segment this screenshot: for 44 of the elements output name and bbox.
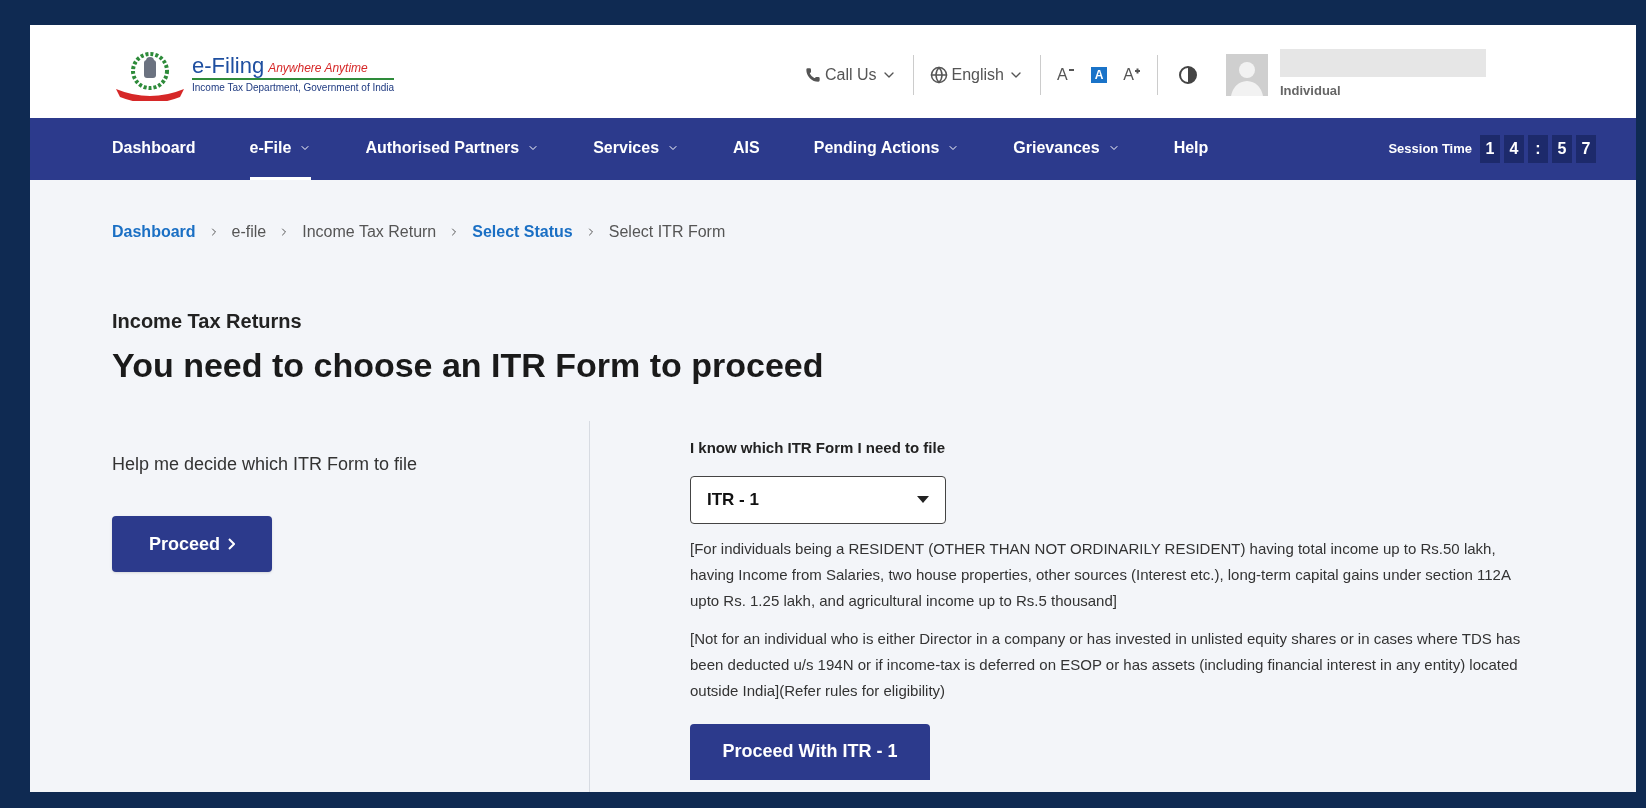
breadcrumb-link[interactable]: Select Status (472, 220, 573, 244)
page-title: You need to choose an ITR Form to proceed (112, 345, 825, 386)
eligibility-text: [For individuals being a RESIDENT (OTHER THAN NOT ORDINARILY RESIDENT) having total income up to Rs.50 lakh, having Income from Salaries, two house properties, other sources (Interest etc.), long-term capital gains under section 112A upto Rs. 1.25 lakh, and agricultural income up to Rs.5 thousand] (690, 538, 1512, 611)
nav-item[interactable]: Dashboard (112, 118, 196, 180)
avatar-icon (1226, 54, 1268, 96)
call-us-button[interactable]: Call Us (788, 63, 913, 87)
user-role: Individual (1280, 82, 1342, 101)
nav-item[interactable]: Services (593, 118, 680, 180)
plus-sign-icon (1134, 67, 1141, 75)
nav-item[interactable]: Grievances (1013, 118, 1120, 180)
language-button[interactable]: English (913, 63, 1040, 87)
text-size-button[interactable]: A (1123, 63, 1141, 87)
session-time-digit: : (1528, 135, 1548, 163)
session-time-label: Session Time (1388, 140, 1472, 159)
globe-icon (929, 66, 948, 84)
session-time-digit: 5 (1552, 135, 1572, 163)
nav-item[interactable]: Authorised Partners (365, 118, 540, 180)
breadcrumb-item: e-file (231, 222, 267, 242)
text-size-button[interactable]: A (1057, 63, 1075, 87)
proceed-with-form-button[interactable]: Proceed With ITR - 1 (690, 723, 930, 780)
help-text: Help me decide which ITR Form to file (112, 453, 419, 476)
nav-item[interactable]: Help (1173, 118, 1209, 180)
breadcrumb-link[interactable]: Dashboard (112, 220, 196, 244)
breadcrumb-item: Select ITR Form (608, 222, 726, 242)
nav-item[interactable]: Pending Actions (813, 118, 960, 180)
itr-form-select[interactable]: ITR - 1 (690, 475, 946, 524)
eligibility-text: [Not for an individual who is either Director in a company or has invested in unlisted equity shares or in cases where TDS has been deducted u/s 194N or if income-tax is deferred on ESOP or has assets (including financial interest in any entity) located outside India](Refer rules for eligibility) (690, 628, 1522, 701)
nav-item[interactable]: e-File (249, 118, 312, 180)
nav-item[interactable]: AIS (733, 118, 760, 180)
phone-icon (804, 67, 821, 83)
text-size-button[interactable]: A (1090, 67, 1108, 83)
session-time-digit: 7 (1576, 135, 1596, 163)
select-label: I know which ITR Form I need to file (690, 438, 946, 458)
chevron-icon (228, 538, 235, 550)
logo-title: e-Filing (192, 55, 265, 77)
contrast-icon[interactable] (1178, 65, 1198, 85)
logo-tagline: Anywhere Anytime (268, 60, 368, 77)
dropdown-caret-icon (917, 496, 929, 503)
page-kicker: Income Tax Returns (112, 309, 303, 334)
breadcrumb-item: Income Tax Return (302, 222, 437, 242)
session-time-digit: 1 (1480, 135, 1500, 163)
logo-subtitle: Income Tax Department, Government of India (192, 81, 395, 95)
proceed-button[interactable]: Proceed (112, 516, 272, 572)
session-time-digit: 4 (1504, 135, 1524, 163)
